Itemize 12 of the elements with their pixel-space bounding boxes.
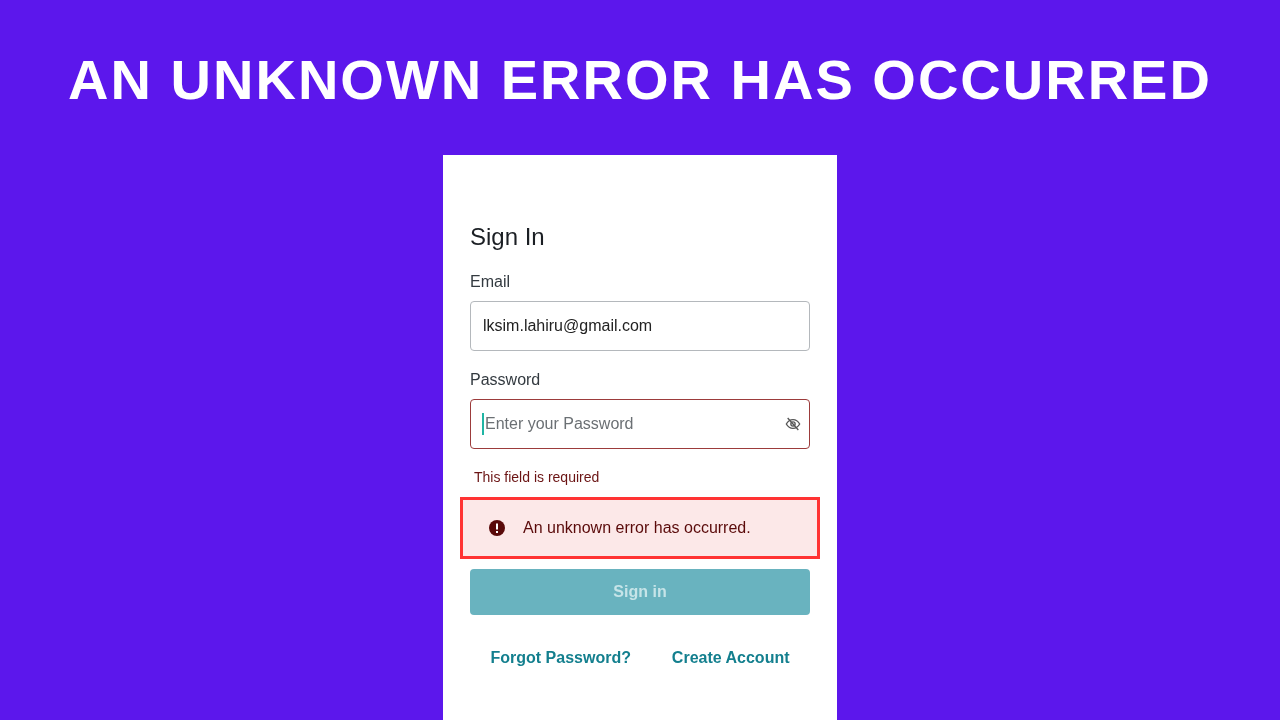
headline: AN UNKNOWN ERROR HAS OCCURRED <box>68 47 1212 113</box>
email-field[interactable]: lksim.lahiru@gmail.com <box>470 301 810 351</box>
form-title: Sign In <box>470 223 545 252</box>
alert-message: An unknown error has occurred. <box>523 519 751 537</box>
field-label: Password <box>470 371 541 389</box>
error-message: This field is required <box>474 469 600 485</box>
exclamation-icon <box>489 520 505 536</box>
password-field[interactable]: Enter your Password <box>470 399 810 449</box>
link[interactable]: Forgot Password? <box>490 649 631 667</box>
link[interactable]: Create Account <box>671 649 790 667</box>
field-label: Email <box>470 273 510 291</box>
eye-slash-icon[interactable] <box>785 416 801 432</box>
